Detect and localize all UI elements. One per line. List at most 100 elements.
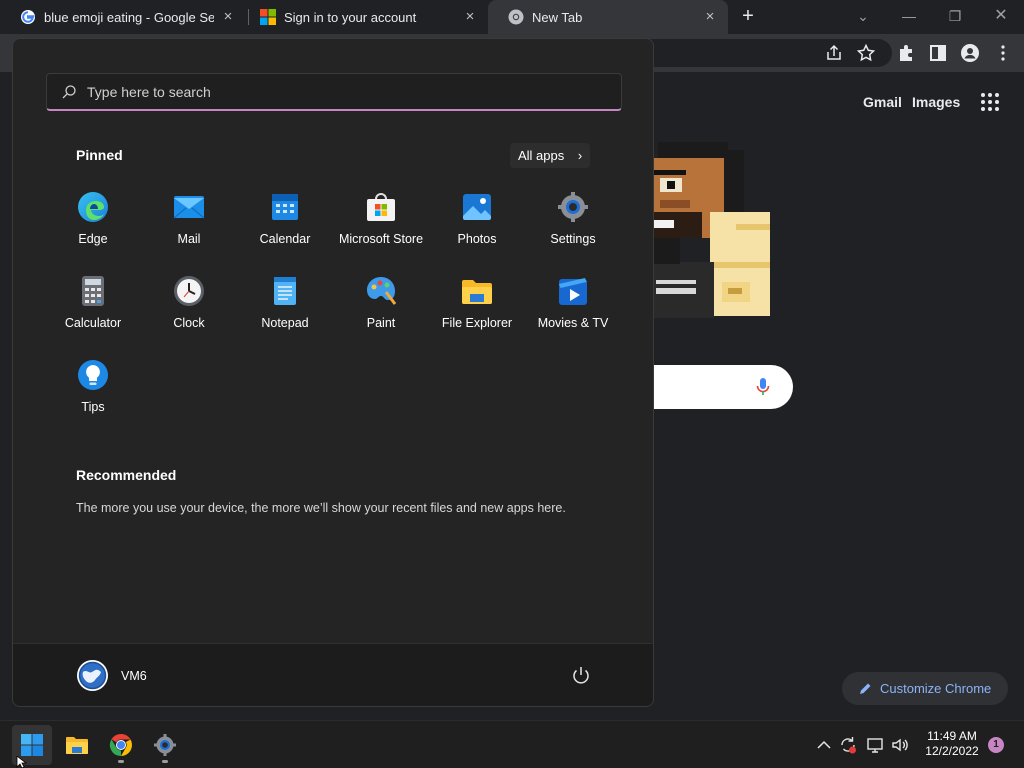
- images-link[interactable]: Images: [912, 94, 960, 110]
- chevron-right-icon: ›: [577, 148, 583, 163]
- microphone-icon[interactable]: [756, 377, 770, 397]
- pinned-app-notepad[interactable]: Notepad: [237, 268, 333, 352]
- pinned-app-tips[interactable]: Tips: [45, 352, 141, 436]
- app-label: Paint: [366, 316, 396, 330]
- app-label: File Explorer: [441, 316, 513, 330]
- app-label: Edge: [78, 232, 108, 246]
- pinned-app-edge[interactable]: Edge: [45, 184, 141, 268]
- app-label: Settings: [550, 232, 596, 246]
- clock-icon: [174, 276, 204, 306]
- file-explorer-icon: [462, 280, 492, 304]
- google-icon: [21, 10, 35, 24]
- extensions-icon[interactable]: [896, 43, 916, 63]
- side-panel-icon[interactable]: [928, 43, 948, 63]
- recommended-title: Recommended: [76, 467, 177, 483]
- all-apps-label: All apps: [518, 148, 565, 163]
- user-name[interactable]: VM6: [121, 669, 147, 683]
- app-label: Clock: [173, 316, 205, 330]
- pinned-app-clock[interactable]: Clock: [141, 268, 237, 352]
- tab-new-tab[interactable]: New Tab ×: [488, 0, 728, 34]
- notepad-icon: [274, 277, 296, 305]
- power-icon[interactable]: [569, 664, 593, 688]
- google-apps-icon[interactable]: [980, 92, 1000, 112]
- customize-chrome-button[interactable]: Customize Chrome: [842, 672, 1008, 705]
- taskbar-file-explorer[interactable]: [57, 725, 97, 765]
- settings-icon: [154, 734, 176, 756]
- customize-chrome-label: Customize Chrome: [880, 681, 992, 696]
- google-doodle-image[interactable]: [640, 142, 778, 318]
- start-search-box[interactable]: [46, 73, 622, 111]
- time-text: 11:49 AM: [927, 729, 977, 743]
- photos-icon: [463, 194, 491, 220]
- calendar-icon: [272, 194, 298, 220]
- running-indicator: [162, 760, 168, 763]
- profile-icon[interactable]: [960, 43, 980, 63]
- chevron-up-icon[interactable]: [814, 735, 834, 755]
- running-indicator: [118, 760, 124, 763]
- tab-close-icon[interactable]: ×: [702, 9, 718, 25]
- tab-google-search[interactable]: blue emoji eating - Google Search ×: [0, 0, 246, 34]
- microsoft-icon: [260, 9, 276, 25]
- pencil-icon: [860, 683, 871, 694]
- mouse-cursor-icon: [16, 756, 28, 768]
- user-avatar[interactable]: [77, 660, 108, 691]
- taskbar-settings[interactable]: [145, 725, 185, 765]
- pinned-app-mail[interactable]: Mail: [141, 184, 237, 268]
- tab-search-icon[interactable]: ⌄: [849, 2, 877, 30]
- star-icon[interactable]: [856, 43, 876, 63]
- paint-icon: [367, 277, 397, 305]
- recommended-empty-message: The more you use your device, the more w…: [76, 501, 566, 515]
- start-menu: Pinned All apps › Edge Mail: [12, 38, 654, 707]
- tips-icon: [78, 360, 108, 390]
- movies-tv-icon: [559, 278, 587, 305]
- app-label: Tips: [81, 400, 105, 414]
- pinned-title: Pinned: [76, 147, 123, 163]
- mail-icon: [173, 196, 205, 219]
- start-icon: [21, 734, 43, 756]
- sync-icon[interactable]: [838, 735, 858, 755]
- notification-badge[interactable]: 1: [988, 737, 1004, 753]
- edge-icon: [78, 192, 108, 222]
- pinned-app-file-explorer[interactable]: File Explorer: [429, 268, 525, 352]
- app-label: Photos: [457, 232, 497, 246]
- store-icon: [367, 193, 395, 221]
- chrome-icon: [508, 9, 524, 25]
- app-label: Calculator: [64, 316, 122, 330]
- pinned-app-microsoft-store[interactable]: Microsoft Store: [333, 184, 429, 268]
- avatar-icon: [78, 661, 107, 690]
- date-text: 12/2/2022: [925, 744, 979, 758]
- tab-sign-in[interactable]: Sign in to your account ×: [240, 0, 488, 34]
- taskbar-chrome[interactable]: [101, 725, 141, 765]
- tab-close-icon[interactable]: ×: [462, 9, 478, 25]
- settings-icon: [558, 192, 588, 222]
- close-window-button[interactable]: ✕: [987, 2, 1015, 30]
- start-menu-footer: VM6: [13, 643, 653, 706]
- share-icon[interactable]: [824, 43, 844, 63]
- gmail-link[interactable]: Gmail: [863, 94, 902, 110]
- volume-icon[interactable]: [890, 735, 910, 755]
- app-label: Notepad: [261, 316, 309, 330]
- pinned-app-paint[interactable]: Paint: [333, 268, 429, 352]
- pinned-app-movies-tv[interactable]: Movies & TV: [525, 268, 621, 352]
- pinned-app-photos[interactable]: Photos: [429, 184, 525, 268]
- app-label: Mail: [177, 232, 201, 246]
- pinned-app-settings[interactable]: Settings: [525, 184, 621, 268]
- file-explorer-icon: [66, 737, 88, 754]
- clock-date-button[interactable]: 11:49 AM 12/2/2022: [916, 729, 988, 759]
- all-apps-button[interactable]: All apps ›: [510, 143, 591, 168]
- minimize-button[interactable]: —: [895, 2, 923, 30]
- new-tab-button[interactable]: +: [736, 5, 760, 29]
- tab-close-icon[interactable]: ×: [220, 9, 236, 25]
- calculator-icon: [82, 276, 104, 306]
- search-icon: [62, 84, 76, 98]
- tab-title: Sign in to your account: [284, 9, 417, 25]
- browser-tab-strip: blue emoji eating - Google Search × Sign…: [0, 0, 1024, 34]
- menu-icon[interactable]: [993, 43, 1013, 63]
- pinned-app-calculator[interactable]: Calculator: [45, 268, 141, 352]
- network-icon[interactable]: [865, 735, 885, 755]
- pinned-app-calendar[interactable]: Calendar: [237, 184, 333, 268]
- restore-button[interactable]: ❐: [941, 2, 969, 30]
- tab-title: blue emoji eating - Google Search: [44, 9, 214, 25]
- tab-title: New Tab: [532, 9, 583, 25]
- start-search-input[interactable]: [87, 83, 567, 100]
